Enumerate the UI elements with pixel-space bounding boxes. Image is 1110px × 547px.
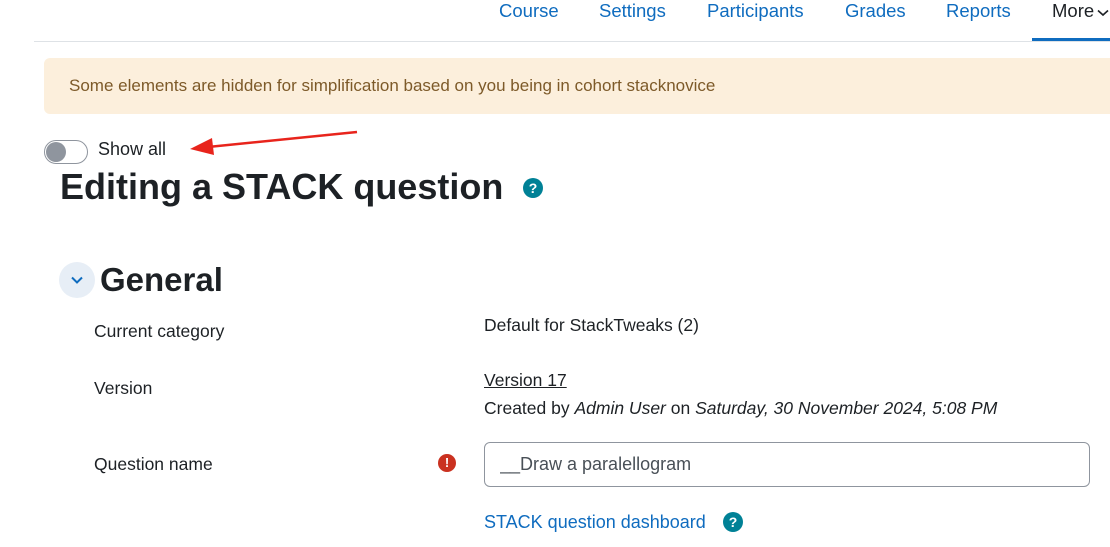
author-name: Admin User [574, 398, 666, 418]
chevron-down-icon [71, 276, 83, 284]
version-created-info: Created by Admin User on Saturday, 30 No… [484, 397, 997, 419]
question-circle-icon[interactable]: ? [723, 512, 743, 532]
question-name-label: Question name [94, 454, 213, 474]
nav-course[interactable]: Course [499, 0, 559, 41]
version-value: Version 17 [484, 369, 567, 391]
question-circle-icon[interactable]: ? [523, 178, 543, 198]
section-title-general: General [100, 261, 223, 298]
nav-settings[interactable]: Settings [599, 0, 666, 41]
version-link[interactable]: Version 17 [484, 370, 567, 390]
nav-more-menu[interactable]: More [1032, 0, 1110, 41]
cohort-alert: Some elements are hidden for simplificat… [44, 58, 1110, 114]
nav-grades[interactable]: Grades [845, 0, 906, 41]
stack-dashboard-link[interactable]: STACK question dashboard [484, 511, 706, 533]
show-all-label[interactable]: Show all [98, 138, 166, 160]
question-name-input[interactable] [484, 442, 1090, 487]
red-arrow-icon [190, 130, 358, 155]
exclamation-circle-icon: ! [438, 454, 456, 472]
page-title: Editing a STACK question [60, 166, 504, 207]
current-category-value: Default for StackTweaks (2) [484, 315, 699, 335]
nav-more-label: More [1052, 0, 1095, 21]
secondary-navigation: Course Settings Participants Grades Repo… [34, 0, 1110, 42]
show-all-toggle[interactable] [44, 140, 88, 164]
created-by-prefix: Created by [484, 398, 575, 418]
toggle-knob [46, 142, 66, 162]
created-date: Saturday, 30 November 2024, 5:08 PM [695, 398, 998, 418]
chevron-down-icon [1097, 0, 1109, 22]
version-label: Version [94, 378, 153, 398]
nav-reports[interactable]: Reports [946, 0, 1011, 41]
general-collapse-button[interactable] [59, 262, 95, 298]
current-category-label: Current category [94, 321, 225, 341]
alert-text: Some elements are hidden for simplificat… [69, 76, 716, 95]
on-text: on [665, 398, 696, 418]
nav-participants[interactable]: Participants [707, 0, 804, 41]
